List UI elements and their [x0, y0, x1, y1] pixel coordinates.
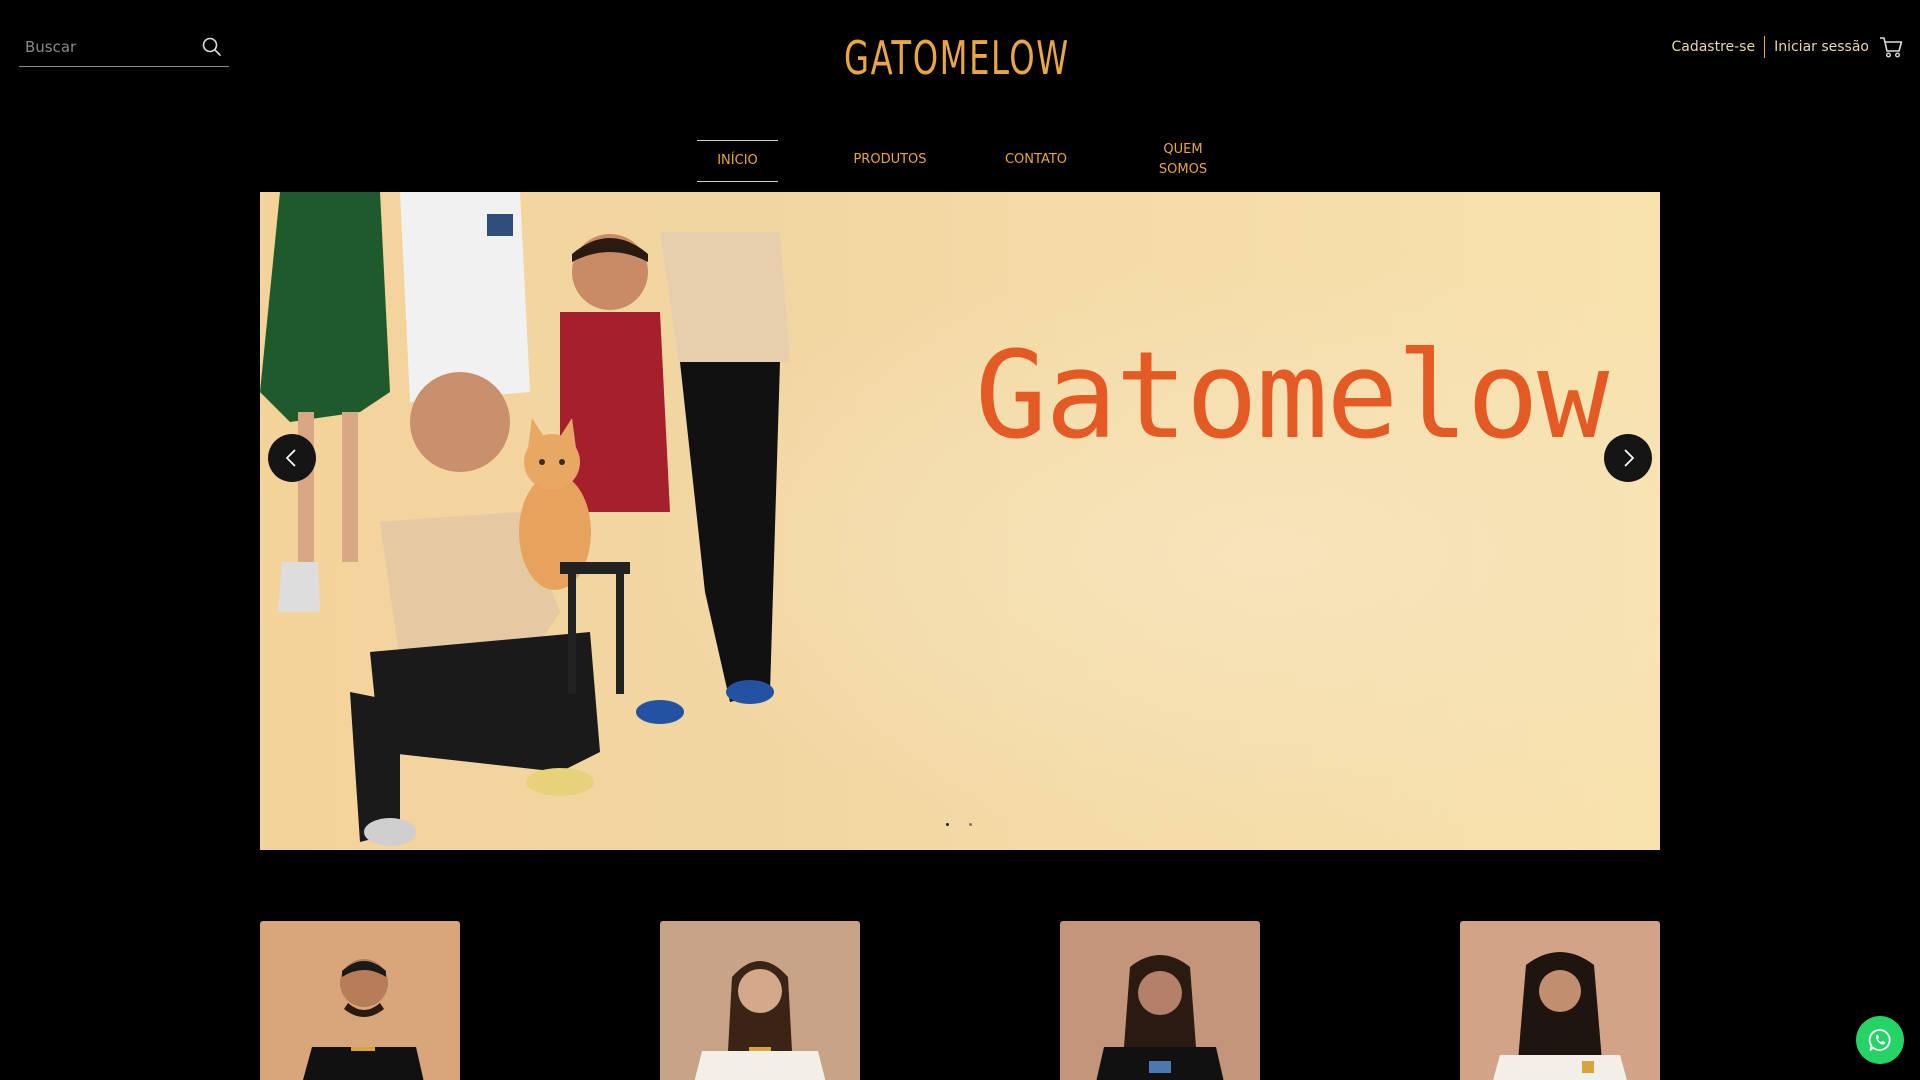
product-card[interactable]	[1460, 921, 1660, 1080]
whatsapp-icon	[1868, 1029, 1891, 1051]
product-card[interactable]	[660, 921, 860, 1080]
product-image	[1060, 921, 1260, 1080]
signup-link[interactable]: Cadastre-se	[1671, 39, 1755, 55]
nav-item-contato[interactable]: CONTATO	[996, 150, 1076, 170]
account-links: Cadastre-se Iniciar sessão	[1671, 34, 1904, 60]
nav-item-inicio[interactable]: INÍCIO	[697, 140, 778, 182]
hero-carousel: Gatomelow	[260, 192, 1660, 850]
chevron-right-icon	[1624, 449, 1635, 467]
search-input[interactable]	[25, 34, 195, 60]
product-card[interactable]	[260, 921, 460, 1080]
hero-banner-image	[260, 192, 1660, 850]
divider	[1764, 36, 1766, 58]
site-logo[interactable]: GATOMELOW	[838, 26, 1088, 90]
nav-item-produtos[interactable]: PRODUTOS	[845, 150, 935, 170]
carousel-dot-2[interactable]	[969, 823, 972, 826]
product-image	[1460, 921, 1660, 1080]
carousel-prev-button[interactable]	[268, 434, 316, 482]
carousel-next-button[interactable]	[1604, 434, 1652, 482]
main-nav: INÍCIO PRODUTOS CONTATO QUEM SOMOS	[0, 138, 1920, 182]
chevron-left-icon	[285, 449, 296, 467]
logo-text: GATOMELOW	[844, 31, 1070, 85]
hero-title: Gatomelow	[975, 327, 1609, 466]
product-image	[660, 921, 860, 1080]
product-image	[260, 921, 460, 1080]
cart-icon[interactable]	[1878, 34, 1904, 60]
nav-item-quem-somos[interactable]: QUEM SOMOS	[1150, 140, 1216, 180]
product-card[interactable]	[1060, 921, 1260, 1080]
carousel-dot-1[interactable]	[946, 823, 949, 826]
search-icon[interactable]	[199, 34, 225, 60]
login-link[interactable]: Iniciar sessão	[1774, 39, 1869, 55]
carousel-indicators	[946, 823, 972, 826]
whatsapp-button[interactable]	[1856, 1016, 1904, 1064]
search-bar	[19, 28, 229, 67]
